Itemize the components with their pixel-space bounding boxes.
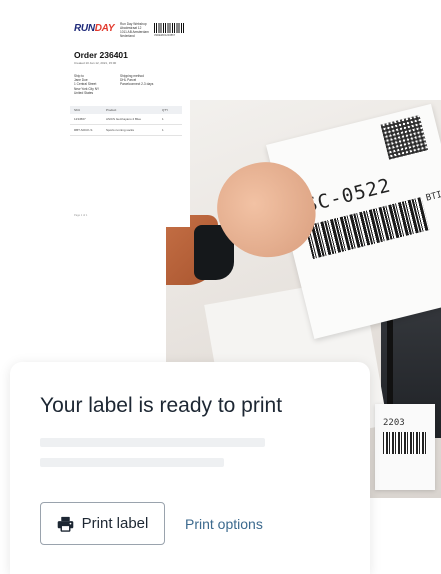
skeleton-line <box>40 438 265 447</box>
ship-to: Ship to Jane Doe 1 Central Street New Yo… <box>74 74 100 95</box>
order-title: Order 236401 <box>74 50 128 60</box>
page-number: Page 1 of 1 <box>74 214 88 217</box>
print-options-link[interactable]: Print options <box>185 516 263 532</box>
small-label: 2203 <box>375 404 435 490</box>
order-date: Created 10 Jan 12, 2021, 15:00 <box>74 61 117 65</box>
print-card: Your label is ready to print Print label… <box>10 362 370 574</box>
small-label-code: 2203 <box>383 418 405 428</box>
small-label-barcode <box>383 432 427 454</box>
table-header: SKU Product QTY <box>70 106 182 114</box>
printer-icon <box>57 516 73 532</box>
sender-address: Run Day Webshop Abcdestraat 12 1011 AB A… <box>120 22 149 38</box>
table-row: 1234567 ASICS Gel-Kayano 2 Blue 1 <box>70 114 182 125</box>
barcode-number: 3SDEMO1234567 <box>154 34 176 37</box>
brand-logo: RUNDAY <box>74 23 115 34</box>
label-suffix: BTIP <box>424 188 441 204</box>
packing-slip: RUNDAY Run Day Webshop Abcdestraat 12 10… <box>60 10 190 227</box>
order-items-table: SKU Product QTY 1234567 ASICS Gel-Kayano… <box>70 106 182 136</box>
skeleton-line <box>40 458 224 467</box>
shipping-method: Shipping method DHL Parcel Parcelconnect… <box>120 74 154 87</box>
print-label-button[interactable]: Print label <box>40 502 165 545</box>
table-row: RBT-SOCK-S Sports running socks 1 <box>70 125 182 136</box>
qr-code <box>380 115 429 160</box>
print-label-text: Print label <box>81 515 149 532</box>
slip-barcode <box>154 23 184 33</box>
card-title: Your label is ready to print <box>40 394 283 417</box>
